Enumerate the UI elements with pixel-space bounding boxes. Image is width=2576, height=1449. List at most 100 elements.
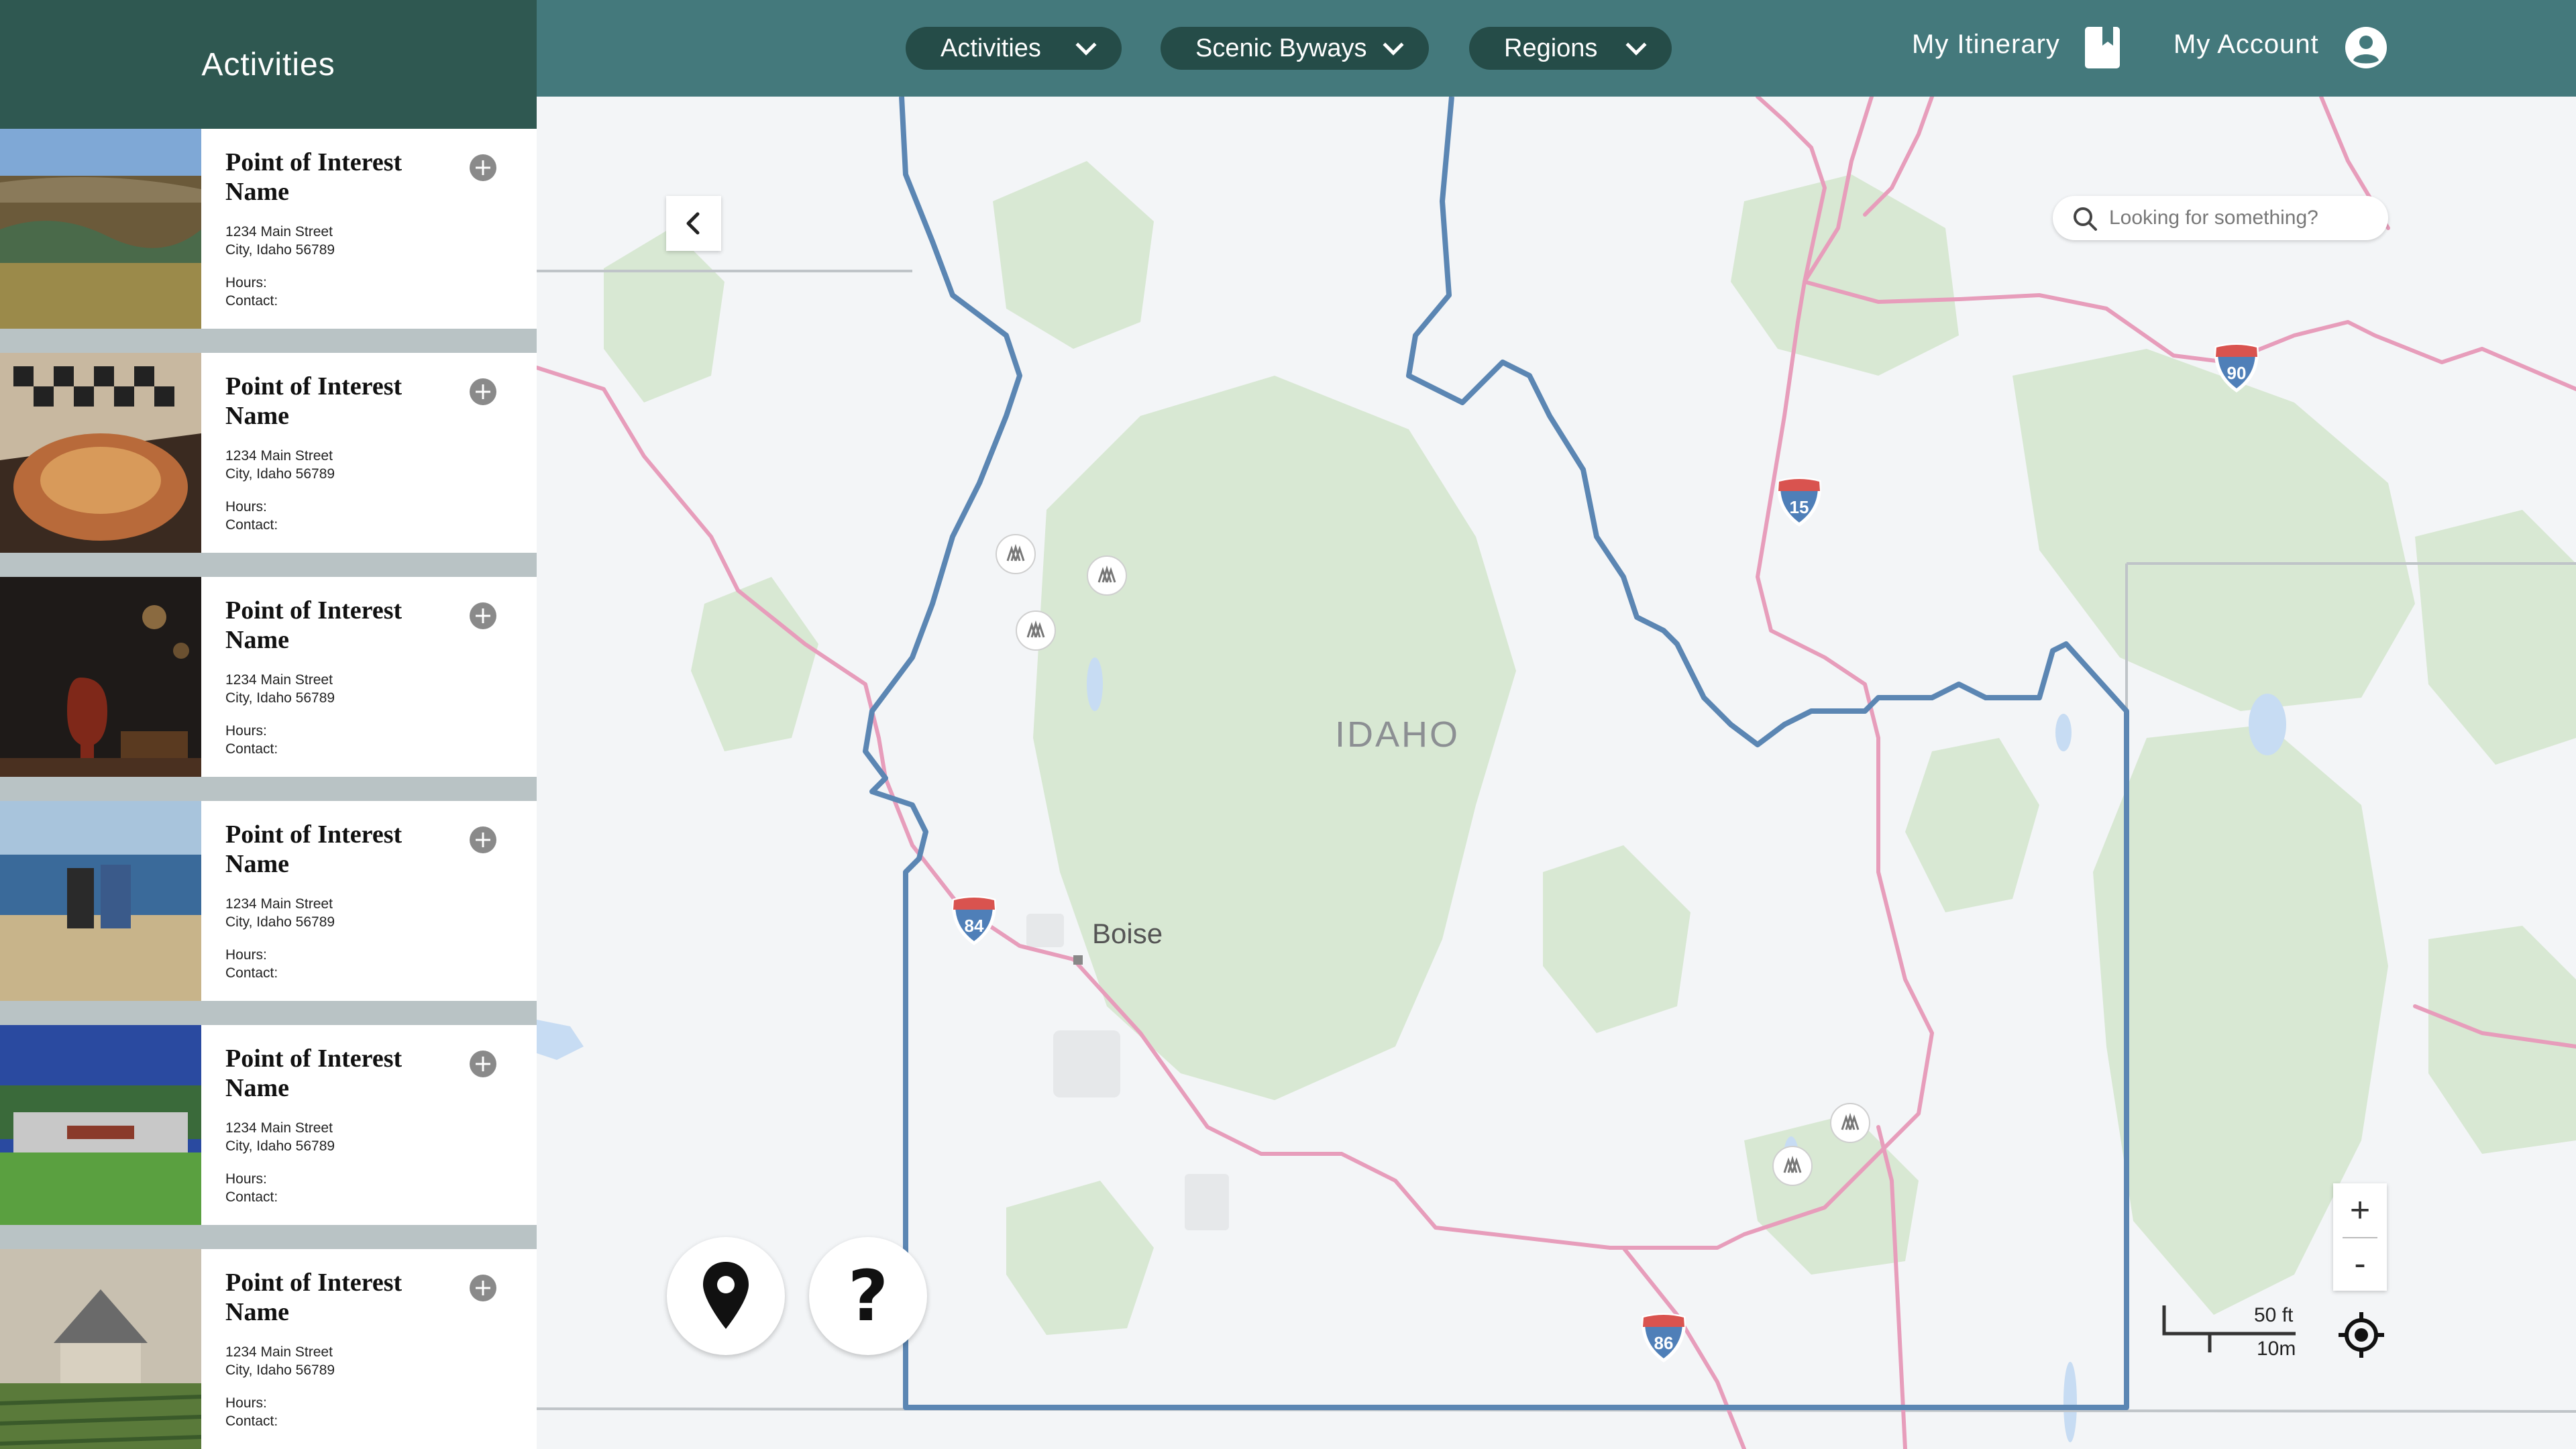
poi-photo bbox=[0, 353, 201, 553]
zoom-control: + - bbox=[2333, 1183, 2387, 1291]
poi-marker[interactable] bbox=[1014, 609, 1057, 655]
poi-title: Point of Interest Name bbox=[225, 820, 402, 878]
add-to-itinerary-icon[interactable] bbox=[470, 826, 496, 853]
poi-card[interactable]: Point of Interest Name 1234 Main Street C… bbox=[0, 577, 537, 777]
target-icon bbox=[2339, 1312, 2384, 1358]
interstate-shield[interactable]: 86 bbox=[1638, 1312, 1689, 1366]
poi-title: Point of Interest Name bbox=[225, 1269, 402, 1326]
tree-icon bbox=[1087, 555, 1127, 596]
help-button[interactable]: ? bbox=[809, 1237, 927, 1355]
poi-street: 1234 Main Street bbox=[225, 448, 333, 464]
poi-hours: Hours: bbox=[225, 499, 267, 515]
poi-marker[interactable] bbox=[994, 533, 1037, 579]
poi-contact: Contact: bbox=[225, 741, 278, 757]
interstate-shield[interactable]: 15 bbox=[1774, 476, 1825, 531]
user-circle-icon[interactable] bbox=[2344, 25, 2388, 70]
poi-address: 1234 Main Street City, Idaho 56789 bbox=[225, 671, 537, 707]
add-to-itinerary-icon[interactable] bbox=[470, 1275, 496, 1301]
poi-hours: Hours: bbox=[225, 947, 267, 963]
poi-meta: Hours: Contact: bbox=[225, 1394, 537, 1430]
poi-title: Point of Interest Name bbox=[225, 372, 402, 430]
my-account-link[interactable]: My Account bbox=[2174, 30, 2319, 60]
chevron-down-icon bbox=[1075, 34, 1097, 56]
poi-card[interactable]: Point of Interest Name 1234 Main Street C… bbox=[0, 801, 537, 1001]
my-itinerary-link[interactable]: My Itinerary bbox=[1912, 30, 2060, 60]
poi-marker[interactable] bbox=[1829, 1102, 1872, 1148]
sidebar-header: Activities bbox=[0, 0, 537, 129]
poi-info: Point of Interest Name 1234 Main Street C… bbox=[201, 353, 537, 553]
city-dot bbox=[1073, 955, 1083, 965]
poi-address: 1234 Main Street City, Idaho 56789 bbox=[225, 223, 537, 259]
poi-info: Point of Interest Name 1234 Main Street C… bbox=[201, 801, 537, 1001]
poi-address: 1234 Main Street City, Idaho 56789 bbox=[225, 895, 537, 931]
regions-menu[interactable]: Regions bbox=[1469, 27, 1672, 70]
zoom-out-button[interactable]: - bbox=[2333, 1237, 2387, 1291]
shield-icon: 86 bbox=[1642, 1313, 1686, 1363]
poi-meta: Hours: Contact: bbox=[225, 946, 537, 982]
poi-title: Point of Interest Name bbox=[225, 596, 402, 654]
add-to-itinerary-icon[interactable] bbox=[470, 154, 496, 181]
activities-menu[interactable]: Activities bbox=[906, 27, 1122, 70]
poi-title: Point of Interest Name bbox=[225, 148, 402, 206]
scale-ft-label: 50 ft bbox=[2254, 1304, 2294, 1326]
shield-number: 90 bbox=[2227, 363, 2247, 383]
poi-city: City, Idaho 56789 bbox=[225, 914, 335, 930]
scenic-byways-menu[interactable]: Scenic Byways bbox=[1161, 27, 1429, 70]
scenic-byways-menu-label: Scenic Byways bbox=[1195, 34, 1367, 62]
poi-photo bbox=[0, 1025, 201, 1225]
poi-marker[interactable] bbox=[1085, 554, 1128, 600]
bookmark-icon[interactable] bbox=[2082, 25, 2123, 70]
poi-city: City, Idaho 56789 bbox=[225, 1138, 335, 1154]
poi-card[interactable]: Point of Interest Name 1234 Main Street C… bbox=[0, 1249, 537, 1449]
interstate-shield[interactable]: 90 bbox=[2211, 342, 2262, 396]
poi-city: City, Idaho 56789 bbox=[225, 1362, 335, 1378]
tree-icon bbox=[996, 534, 1036, 574]
tree-icon bbox=[1016, 610, 1056, 651]
collapse-sidebar-button[interactable] bbox=[666, 196, 721, 251]
poi-address: 1234 Main Street City, Idaho 56789 bbox=[225, 1119, 537, 1155]
zoom-in-button[interactable]: + bbox=[2333, 1183, 2387, 1237]
poi-street: 1234 Main Street bbox=[225, 1120, 333, 1136]
sidebar-title: Activities bbox=[201, 46, 335, 83]
add-to-itinerary-icon[interactable] bbox=[470, 602, 496, 629]
poi-meta: Hours: Contact: bbox=[225, 274, 537, 310]
shield-icon: 84 bbox=[952, 896, 996, 946]
poi-street: 1234 Main Street bbox=[225, 224, 333, 239]
poi-card[interactable]: Point of Interest Name 1234 Main Street C… bbox=[0, 1025, 537, 1225]
poi-street: 1234 Main Street bbox=[225, 672, 333, 688]
poi-contact: Contact: bbox=[225, 965, 278, 981]
poi-card[interactable]: Point of Interest Name 1234 Main Street C… bbox=[0, 129, 537, 329]
shield-number: 15 bbox=[1790, 497, 1809, 517]
locate-me-button[interactable] bbox=[2337, 1311, 2385, 1362]
locations-button[interactable] bbox=[667, 1237, 785, 1355]
scale-bar: 50 ft 10m bbox=[2161, 1303, 2309, 1370]
poi-meta: Hours: Contact: bbox=[225, 1170, 537, 1206]
search-icon bbox=[2074, 207, 2097, 231]
poi-city: City, Idaho 56789 bbox=[225, 466, 335, 482]
activities-menu-label: Activities bbox=[941, 34, 1041, 62]
poi-photo bbox=[0, 129, 201, 329]
poi-street: 1234 Main Street bbox=[225, 896, 333, 912]
poi-info: Point of Interest Name 1234 Main Street C… bbox=[201, 129, 537, 329]
top-nav-bar: Activities Scenic Byways Regions My Itin… bbox=[537, 0, 2576, 97]
poi-city: City, Idaho 56789 bbox=[225, 690, 335, 706]
poi-hours: Hours: bbox=[225, 1171, 267, 1187]
poi-marker[interactable] bbox=[1771, 1144, 1814, 1191]
shield-number: 86 bbox=[1654, 1333, 1674, 1353]
poi-hours: Hours: bbox=[225, 1395, 267, 1411]
add-to-itinerary-icon[interactable] bbox=[470, 1051, 496, 1077]
poi-photo bbox=[0, 1249, 201, 1449]
scale-m-label: 10m bbox=[2257, 1338, 2296, 1360]
poi-city: City, Idaho 56789 bbox=[225, 242, 335, 258]
interstate-shield[interactable]: 84 bbox=[949, 895, 1000, 949]
poi-address: 1234 Main Street City, Idaho 56789 bbox=[225, 1343, 537, 1379]
poi-contact: Contact: bbox=[225, 1189, 278, 1205]
chevron-down-icon bbox=[1383, 34, 1404, 56]
chevron-down-icon bbox=[1625, 34, 1647, 56]
add-to-itinerary-icon[interactable] bbox=[470, 378, 496, 405]
search-box[interactable]: Looking for something? bbox=[2053, 196, 2388, 240]
poi-card[interactable]: Point of Interest Name 1234 Main Street C… bbox=[0, 353, 537, 553]
state-label: IDAHO bbox=[1335, 714, 1460, 755]
poi-meta: Hours: Contact: bbox=[225, 498, 537, 534]
poi-contact: Contact: bbox=[225, 1413, 278, 1429]
